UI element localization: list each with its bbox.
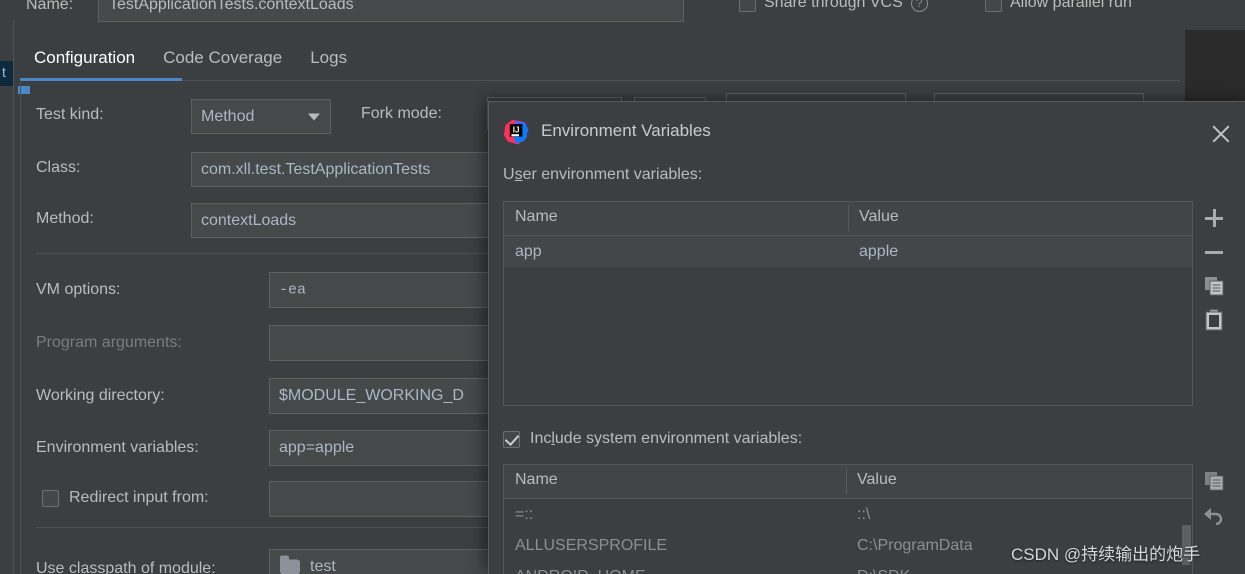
working-directory-label: Working directory: bbox=[36, 387, 165, 404]
fork-mode-label: Fork mode: bbox=[361, 105, 442, 122]
user-table-col-name[interactable]: Name bbox=[504, 202, 848, 235]
screen-root: Name: TestApplicationTests.contextLoads … bbox=[0, 0, 1245, 574]
system-var-name: =:: bbox=[515, 505, 534, 523]
remove-variable-button[interactable] bbox=[1197, 235, 1231, 269]
copy-icon bbox=[1205, 472, 1224, 491]
redirect-input-checkbox-box[interactable] bbox=[42, 489, 59, 507]
system-var-value: ::\ bbox=[857, 505, 871, 523]
redirect-input-checkbox[interactable]: Redirect input from: bbox=[42, 489, 209, 507]
name-label: Name: bbox=[26, 0, 74, 13]
include-system-label-suffix: ude system environment variables: bbox=[554, 430, 803, 447]
revert-icon bbox=[1204, 508, 1223, 525]
tab-active-underline bbox=[20, 78, 182, 81]
test-kind-value: Method bbox=[201, 107, 255, 125]
configurations-tree-strip[interactable] bbox=[0, 20, 14, 574]
intellij-idea-icon: IJ bbox=[503, 119, 529, 145]
name-input[interactable]: TestApplicationTests.contextLoads bbox=[98, 0, 684, 22]
tab-code-coverage[interactable]: Code Coverage bbox=[149, 38, 296, 80]
vm-options-label: VM options: bbox=[36, 281, 121, 298]
allow-parallel-run-checkbox[interactable]: Allow parallel run bbox=[985, 0, 1132, 12]
background-dark-area-top bbox=[1185, 0, 1245, 30]
redirect-input-label: Redirect input from: bbox=[69, 489, 209, 506]
system-table-col-value[interactable]: Value bbox=[846, 465, 1188, 498]
vm-options-value: -ea bbox=[279, 281, 307, 299]
revert-system-variable-button[interactable] bbox=[1197, 498, 1231, 532]
chevron-down-icon[interactable] bbox=[308, 113, 320, 120]
copy-variable-button[interactable] bbox=[1197, 269, 1231, 303]
program-arguments-label: Program arguments: bbox=[36, 334, 182, 351]
folder-icon bbox=[280, 555, 300, 574]
share-vcs-label: Share through VCS bbox=[764, 0, 903, 11]
system-table-toolbar bbox=[1197, 464, 1231, 532]
method-input-value: contextLoads bbox=[201, 211, 297, 229]
use-classpath-label: Use classpath of module: bbox=[36, 560, 216, 574]
minus-icon bbox=[1205, 243, 1223, 261]
question-mark-circle-icon[interactable]: ? bbox=[910, 0, 928, 12]
include-system-label-prefix: Inc bbox=[530, 430, 552, 447]
table-row[interactable]: app apple bbox=[504, 236, 1192, 267]
user-table-header: Name Value bbox=[504, 202, 1192, 236]
environment-variables-label: Environment variables: bbox=[36, 439, 199, 456]
class-input-value: com.xll.test.TestApplicationTests bbox=[201, 160, 431, 178]
add-variable-button[interactable] bbox=[1197, 201, 1231, 235]
user-table-toolbar bbox=[1197, 201, 1231, 337]
name-input-value: TestApplicationTests.contextLoads bbox=[109, 0, 354, 13]
copy-icon bbox=[1205, 277, 1224, 296]
watermark: CSDN @持续输出的炮手 bbox=[1011, 545, 1201, 564]
tab-logs[interactable]: Logs bbox=[296, 38, 361, 80]
test-kind-label: Test kind: bbox=[36, 106, 104, 123]
environment-variables-value: app=apple bbox=[279, 439, 355, 456]
copy-system-variable-button[interactable] bbox=[1197, 464, 1231, 498]
allow-parallel-label: Allow parallel run bbox=[1010, 0, 1132, 11]
user-environment-variables-label: User environment variables: bbox=[503, 166, 702, 184]
tree-selected-item-label: t bbox=[2, 64, 6, 80]
share-vcs-checkbox-box[interactable] bbox=[739, 0, 756, 12]
share-through-vcs-checkbox[interactable]: Share through VCS ? bbox=[739, 0, 928, 12]
svg-text:IJ: IJ bbox=[513, 126, 520, 135]
user-env-label-suffix: er environment variables: bbox=[522, 166, 703, 183]
close-icon[interactable] bbox=[1204, 117, 1237, 150]
system-var-value: D:\SDK bbox=[846, 568, 1188, 574]
system-table-header: Name Value bbox=[504, 465, 1192, 499]
include-system-checkbox-box[interactable] bbox=[503, 430, 520, 448]
dialog-title: Environment Variables bbox=[541, 121, 711, 140]
include-system-env-checkbox[interactable]: Include system environment variables: bbox=[503, 430, 802, 448]
allow-parallel-checkbox-box[interactable] bbox=[985, 0, 1002, 12]
user-environment-variables-table[interactable]: Name Value app apple bbox=[503, 201, 1193, 406]
test-kind-combobox[interactable]: Method bbox=[191, 99, 331, 134]
paste-icon bbox=[1205, 309, 1223, 331]
dialog-title-bar: IJ Environment Variables bbox=[489, 102, 1245, 161]
panel-left-border bbox=[20, 80, 21, 574]
table-row[interactable]: =:: ::\ bbox=[504, 499, 1192, 530]
plus-icon bbox=[1205, 209, 1223, 227]
working-directory-value: $MODULE_WORKING_D bbox=[279, 387, 464, 404]
user-var-name: app bbox=[515, 242, 542, 260]
tab-configuration[interactable]: Configuration bbox=[20, 38, 149, 80]
system-var-name: ALLUSERSPROFILE bbox=[515, 536, 668, 554]
method-label: Method: bbox=[36, 210, 94, 227]
system-table-col-name[interactable]: Name bbox=[504, 465, 846, 498]
user-env-label-prefix: U bbox=[503, 166, 515, 183]
class-label: Class: bbox=[36, 159, 81, 176]
tabs-divider bbox=[20, 80, 1180, 81]
include-system-env-label: Include system environment variables: bbox=[530, 430, 802, 448]
paste-variable-button[interactable] bbox=[1197, 303, 1231, 337]
system-var-name: ANDROID_HOME bbox=[504, 568, 846, 574]
use-classpath-value: test bbox=[310, 558, 336, 574]
user-var-value: apple bbox=[859, 242, 899, 260]
user-table-col-value[interactable]: Value bbox=[848, 202, 1192, 235]
environment-variables-dialog: IJ Environment Variables User environmen… bbox=[488, 101, 1245, 574]
user-env-label-mnemonic: s bbox=[514, 166, 523, 183]
